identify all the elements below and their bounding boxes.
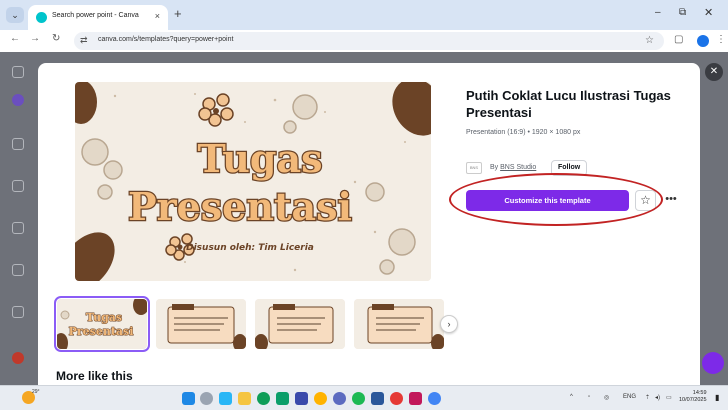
author-link[interactable]: BNS Studio xyxy=(500,164,536,171)
media-app-icon[interactable] xyxy=(314,392,327,405)
sidebar-avatar-item[interactable] xyxy=(7,352,29,370)
sidebar-menu-item[interactable] xyxy=(7,66,29,84)
page-thumbnail-1[interactable]: Tugas Presentasi xyxy=(54,296,150,352)
browser-menu-icon[interactable]: ⋮ xyxy=(716,34,726,45)
weather-temperature: 29° xyxy=(32,389,40,395)
tab-close-icon[interactable]: × xyxy=(155,11,160,21)
sidebar-apps-item[interactable] xyxy=(7,306,29,324)
preview-byline: Disusun oleh: Tim Liceria xyxy=(186,243,314,253)
clock-date: 10/07/2025 xyxy=(679,397,707,403)
more-like-this-heading: More like this xyxy=(56,369,133,383)
word-icon[interactable] xyxy=(371,392,384,405)
page-thumbnail-4[interactable] xyxy=(354,299,444,349)
page-thumbnail-3[interactable] xyxy=(255,299,345,349)
start-menu-icon[interactable] xyxy=(182,392,195,405)
template-title: Putih Coklat Lucu Ilustrasi Tugas Presen… xyxy=(466,88,671,120)
site-info-icon[interactable]: ⇄ xyxy=(80,35,88,46)
clock-time: 14:59 xyxy=(692,390,707,396)
sidebar-home-item[interactable] xyxy=(7,138,29,156)
preview-heading-2: Presentasi xyxy=(128,184,352,229)
thumb1-heading-2: Presentasi xyxy=(69,325,134,338)
template-preview[interactable]: Tugas Presentasi Disusun oleh: Tim Licer… xyxy=(75,82,431,281)
tab-title: Search power point - Canva xyxy=(52,12,139,19)
volume-icon[interactable]: ◂) xyxy=(655,394,660,401)
back-button[interactable]: ← xyxy=(10,33,20,44)
sidebar-brand-item[interactable] xyxy=(7,264,29,282)
thumbnail-4-art xyxy=(354,299,444,349)
thumbnails-next-button[interactable]: › xyxy=(440,315,458,333)
file-explorer-icon[interactable] xyxy=(238,392,251,405)
sidebar-create-item[interactable] xyxy=(7,94,29,112)
address-bar[interactable]: ⇄ canva.com/s/templates?query=power+poin… xyxy=(74,32,664,50)
modal-close-button[interactable]: ✕ xyxy=(705,63,723,81)
widgets-icon[interactable] xyxy=(219,392,232,405)
powerpoint-icon[interactable] xyxy=(409,392,422,405)
sidebar-templates-item[interactable] xyxy=(7,222,29,240)
template-preview-art: Tugas Presentasi Disusun oleh: Tim Licer… xyxy=(75,82,431,281)
preview-heading-1: Tugas xyxy=(197,136,322,181)
chrome-icon[interactable] xyxy=(390,392,403,405)
new-tab-button[interactable]: + xyxy=(174,6,182,21)
author-logo[interactable]: BNS xyxy=(466,162,482,174)
system-clock[interactable]: 14:59 10/07/2025 xyxy=(679,390,707,404)
browser-toolbar: ← → ↻ ⇄ canva.com/s/templates?query=powe… xyxy=(0,30,728,52)
menu-icon xyxy=(12,66,24,78)
thumbnail-1-art: Tugas Presentasi xyxy=(57,299,147,349)
tray-security-icon[interactable]: ◎ xyxy=(604,394,609,401)
thumbnail-3-art xyxy=(255,299,345,349)
annotation-circle xyxy=(449,173,663,226)
author-byline: By BNS Studio xyxy=(490,164,536,171)
browser-tab-bar: ⌄ Search power point - Canva × + – ⧉ ✕ xyxy=(0,0,728,30)
chrome-active-icon[interactable] xyxy=(428,392,441,405)
tray-overflow-icon[interactable]: ^ xyxy=(570,394,573,400)
edge-browser-icon[interactable] xyxy=(257,392,270,405)
minimize-window-button[interactable]: – xyxy=(655,7,661,18)
brand-icon xyxy=(12,264,24,276)
search-icon[interactable] xyxy=(200,392,213,405)
folder-icon xyxy=(12,180,24,192)
extensions-icon[interactable]: ▢ xyxy=(674,34,683,45)
user-avatar-icon xyxy=(12,352,24,364)
tab-search-button[interactable]: ⌄ xyxy=(6,7,24,23)
battery-icon[interactable]: ▭ xyxy=(666,394,672,401)
tray-app-icon[interactable]: ▫ xyxy=(588,394,590,400)
forward-button[interactable]: → xyxy=(30,33,40,44)
reload-button[interactable]: ↻ xyxy=(52,33,60,44)
home-icon xyxy=(12,138,24,150)
templates-icon xyxy=(12,222,24,234)
page-thumbnail-2[interactable] xyxy=(156,299,246,349)
thumb1-heading-1: Tugas xyxy=(86,311,122,324)
template-detail-modal: Tugas Presentasi Disusun oleh: Tim Licer… xyxy=(38,63,700,385)
chat-app-icon[interactable] xyxy=(276,392,289,405)
thumbnail-2-art xyxy=(156,299,246,349)
app-icon[interactable] xyxy=(333,392,346,405)
by-prefix: By xyxy=(490,164,499,171)
notification-icon[interactable]: ▮ xyxy=(715,393,719,402)
apps-icon xyxy=(12,306,24,318)
more-options-button[interactable]: ••• xyxy=(662,191,680,210)
spotify-icon[interactable] xyxy=(352,392,365,405)
canva-help-button[interactable] xyxy=(702,352,724,374)
windows-taskbar: 29° ^ ▫ ◎ ENG ⇡ ◂) ▭ 14:59 10/07/2025 ▮ xyxy=(0,385,728,410)
template-meta: Presentation (16:9) • 1920 × 1080 px xyxy=(466,129,581,136)
canva-favicon-icon xyxy=(36,12,47,23)
restore-window-button[interactable]: ⧉ xyxy=(679,7,686,18)
url-text: canva.com/s/templates?query=power+point xyxy=(98,36,234,43)
wifi-icon[interactable]: ⇡ xyxy=(645,394,650,401)
store-icon[interactable] xyxy=(295,392,308,405)
close-window-button[interactable]: ✕ xyxy=(704,6,713,19)
profile-avatar[interactable] xyxy=(697,35,709,47)
bookmark-star-icon[interactable]: ☆ xyxy=(645,35,654,46)
language-indicator[interactable]: ENG xyxy=(623,394,636,400)
browser-tab-canva[interactable]: Search power point - Canva × xyxy=(28,5,168,30)
create-icon xyxy=(12,94,24,106)
sidebar-projects-item[interactable] xyxy=(7,180,29,198)
